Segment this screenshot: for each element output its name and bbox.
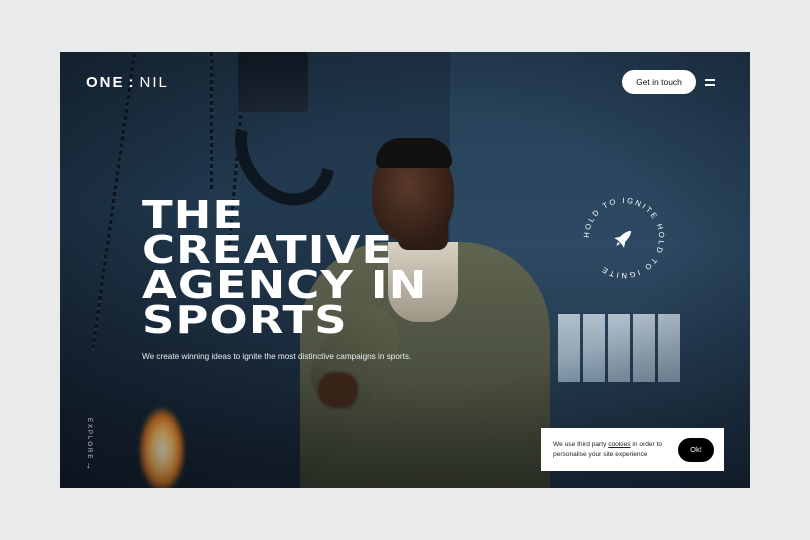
explore-link[interactable]: EXPLORE [86,418,92,460]
headline-line: SPORTS [142,298,348,342]
hero-headline: THE CREATIVE AGENCY IN SPORTS [142,196,427,342]
get-in-touch-button[interactable]: Get in touch [622,70,696,94]
hero-section: ONE : NIL Get in touch THE CREATIVE AGEN… [60,52,750,488]
logo-separator: : [128,74,136,91]
cookie-ok-button[interactable]: Ok! [678,437,714,462]
hero-subline: We create winning ideas to ignite the mo… [142,352,412,361]
logo-nil: NIL [139,74,169,91]
hamburger-icon[interactable] [705,77,719,87]
logo-one: ONE [86,74,125,91]
cookie-banner: We use third party cookies in order to p… [541,428,724,471]
cookies-link[interactable]: cookies [608,441,630,448]
cookie-message: We use third party cookies in order to p… [553,440,678,460]
cookie-text-start: We use third party [553,440,609,448]
site-logo[interactable]: ONE : NIL [86,74,169,91]
rocket-icon [614,230,632,248]
arrow-down-icon[interactable]: ↓ [86,460,91,470]
hold-to-ignite-badge[interactable]: HOLD TO IGNITE HOLD TO IGNITE [578,192,670,284]
